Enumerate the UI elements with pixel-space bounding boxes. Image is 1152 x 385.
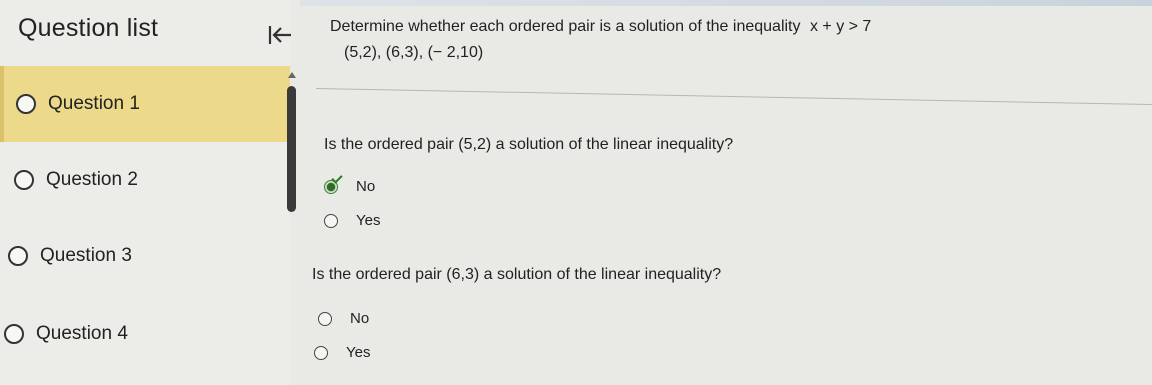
ordered-pairs: (5,2), (6,3), (− 2,10) — [344, 44, 484, 61]
question-item-4[interactable]: Question 4 — [0, 296, 290, 372]
question-list-title: Question list — [18, 14, 159, 42]
part-2-option-yes[interactable]: Yes — [314, 344, 370, 361]
collapse-panel-button[interactable] — [262, 20, 298, 50]
question-list-panel: Question list Question 1 Question 2 Ques… — [0, 0, 291, 385]
option-label: Yes — [346, 344, 371, 361]
question-content: Determine whether each ordered pair is a… — [300, 0, 1152, 385]
top-strip — [300, 0, 1152, 6]
question-4-radio[interactable] — [4, 324, 24, 344]
question-1-radio[interactable] — [16, 94, 36, 114]
inequality: x + y > 7 — [809, 18, 872, 35]
question-item-label: Question 3 — [40, 245, 132, 266]
question-item-label: Question 2 — [46, 169, 138, 190]
question-item-3[interactable]: Question 3 — [0, 218, 290, 294]
part-1-question: Is the ordered pair (5,2) a solution of … — [324, 136, 734, 153]
part-1-option-no[interactable]: No — [324, 171, 376, 195]
part-2-question: Is the ordered pair (6,3) a solution of … — [312, 266, 722, 283]
option-label: Yes — [356, 212, 381, 229]
scrollbar-thumb[interactable] — [287, 86, 296, 212]
part-1-yes-radio[interactable] — [324, 213, 338, 228]
question-2-radio[interactable] — [14, 170, 34, 190]
option-label: No — [350, 310, 370, 327]
divider — [315, 88, 1152, 106]
question-item-label: Question 1 — [48, 93, 140, 114]
part-1-option-yes[interactable]: Yes — [324, 212, 380, 229]
problem-instruction: Determine whether each ordered pair is a… — [330, 18, 871, 36]
question-item-label: Question 4 — [36, 323, 128, 344]
part-2-no-radio[interactable] — [318, 311, 332, 326]
question-item-1[interactable]: Question 1 — [0, 66, 290, 142]
scroll-up-arrow-icon[interactable] — [288, 72, 296, 78]
collapse-left-icon — [268, 26, 291, 44]
part-1-no-radio[interactable] — [324, 171, 343, 194]
question-list-scrollbar[interactable] — [286, 72, 298, 222]
checkmark-icon — [331, 171, 343, 184]
question-item-2[interactable]: Question 2 — [0, 142, 290, 218]
instruction-text: Determine whether each ordered pair is a… — [330, 18, 801, 35]
question-3-radio[interactable] — [8, 246, 28, 266]
option-label: No — [356, 178, 376, 195]
part-2-yes-radio[interactable] — [314, 345, 328, 360]
part-2-option-no[interactable]: No — [318, 310, 369, 327]
